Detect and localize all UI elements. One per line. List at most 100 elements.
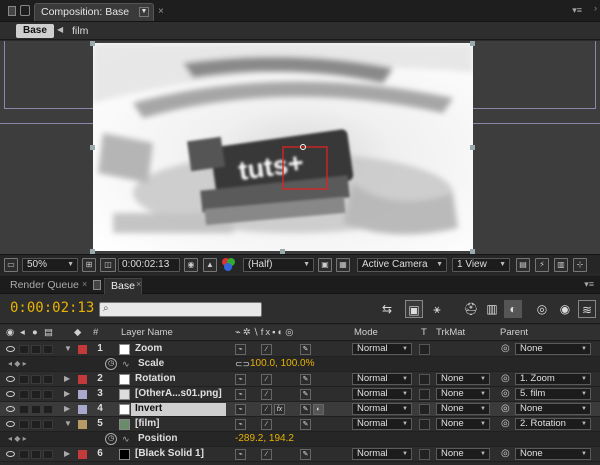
column-layer-name[interactable]: Layer Name	[121, 325, 173, 340]
mode-select[interactable]: Normal ▼	[352, 448, 412, 460]
shy-switch-icon[interactable]: ⌁	[235, 374, 246, 385]
lock-icon[interactable]: ▤	[44, 325, 53, 340]
layer-name[interactable]: [Black Solid 1]	[135, 447, 204, 461]
label-color[interactable]	[78, 450, 87, 459]
label-color[interactable]	[78, 420, 87, 429]
breadcrumb-film[interactable]: film	[72, 24, 88, 38]
quality-switch-icon[interactable]: ∕	[261, 404, 272, 415]
preserve-transparency-toggle[interactable]	[419, 449, 430, 460]
quality-switch-icon[interactable]: ∕	[261, 449, 272, 460]
column-hash[interactable]: #	[93, 325, 98, 340]
shy-switch-icon[interactable]: ⌁	[235, 344, 246, 355]
parent-pickwhip-icon[interactable]: ◎	[501, 418, 513, 430]
effects-switch-icon[interactable]: fx	[274, 404, 285, 415]
expand-icon[interactable]: ›	[594, 3, 597, 13]
parent-pickwhip-icon[interactable]: ◎	[501, 388, 513, 400]
audio-toggle[interactable]	[19, 390, 29, 399]
lock-toggle[interactable]	[43, 420, 53, 429]
property-row[interactable]: ◂ ◆ ▸ ◷ ∿ Scale ⊂⊃ 100.0, 100.0%	[0, 357, 600, 372]
solo-toggle[interactable]	[31, 345, 41, 354]
quality-switch-icon[interactable]: ∕	[261, 389, 272, 400]
layer-row[interactable]: ▶ 6 [Black Solid 1] ⌁ ∕ ✎ Normal ▼ None ▼ ◎ None ▼	[0, 447, 600, 462]
close-icon[interactable]: ×	[82, 279, 87, 289]
stopwatch-icon[interactable]: ◷	[105, 358, 117, 370]
frame-handle[interactable]	[90, 145, 95, 150]
visibility-eye-icon[interactable]	[6, 451, 15, 457]
transparency-grid-icon[interactable]: ▦	[336, 258, 350, 272]
parent-pickwhip-icon[interactable]: ◎	[501, 373, 513, 385]
lock-toggle[interactable]	[43, 450, 53, 459]
visibility-eye-icon[interactable]	[6, 406, 15, 412]
frame-handle[interactable]	[470, 145, 475, 150]
adjustment-switch-icon[interactable]: ✎	[300, 374, 311, 385]
fast-previews-icon[interactable]: ⚡	[535, 258, 549, 272]
switches-icon[interactable]: ⌁✲∖fx▪◐◎	[235, 325, 296, 340]
property-row[interactable]: ◂ ◆ ▸ ◷ ∿ Position -289.2, 194.2	[0, 432, 600, 447]
eye-icon[interactable]: ◉	[6, 325, 14, 340]
toggle-pixel-aspect-icon[interactable]: ▤	[516, 258, 530, 272]
audio-toggle[interactable]	[19, 345, 29, 354]
adjustment-switch-icon[interactable]: ✎	[300, 404, 311, 415]
label-color[interactable]	[78, 375, 87, 384]
current-time-field[interactable]: 0:00:02:13	[118, 258, 180, 272]
parent-pickwhip-icon[interactable]: ◎	[501, 403, 513, 415]
layer-name[interactable]: [OtherA...s01.png]	[135, 387, 222, 401]
lock-icon[interactable]	[20, 5, 30, 16]
label-color[interactable]	[78, 390, 87, 399]
visibility-eye-icon[interactable]	[6, 346, 15, 352]
lock-toggle[interactable]	[43, 345, 53, 354]
adjustment-switch-icon[interactable]: ✎	[300, 389, 311, 400]
frame-handle[interactable]	[90, 41, 95, 46]
layer-name[interactable]: Invert	[131, 403, 226, 416]
label-color[interactable]	[78, 345, 87, 354]
audio-toggle[interactable]	[19, 420, 29, 429]
tab-render-queue[interactable]: Render Queue	[4, 278, 85, 294]
frame-handle[interactable]	[470, 41, 475, 46]
comp-mini-flowchart-icon[interactable]: ⇆	[378, 300, 396, 318]
keyframe-editor-icon[interactable]: ≋	[578, 300, 596, 318]
column-mode[interactable]: Mode	[354, 325, 378, 340]
mode-select[interactable]: Normal ▼	[352, 403, 412, 415]
safe-zones-icon[interactable]: ⊞	[82, 258, 96, 272]
mode-select[interactable]: Normal ▼	[352, 343, 412, 355]
audio-toggle[interactable]	[19, 405, 29, 414]
layer-row[interactable]: ▼ 5 [film] ⌁ ∕ ✎ Normal ▼ None ▼ ◎ 2. Rotation ▼	[0, 417, 600, 432]
layer-search-input[interactable]: ⌕	[99, 302, 262, 317]
twirl-right-icon[interactable]: ▶	[64, 372, 70, 386]
motion-blur-icon[interactable]: ◐	[504, 300, 522, 318]
parent-select[interactable]: 1. Zoom ▼	[515, 373, 591, 385]
shy-switch-icon[interactable]: ⌁	[235, 389, 246, 400]
draft-3d-icon[interactable]: ⚹	[428, 300, 446, 318]
adjustment-switch-icon[interactable]: ✎	[300, 419, 311, 430]
show-snapshot-icon[interactable]: ▲	[203, 258, 217, 272]
parent-select[interactable]: None ▼	[515, 448, 591, 460]
twirl-down-icon[interactable]: ▼	[64, 342, 72, 356]
graph-editor-icon[interactable]: ◉	[556, 300, 574, 318]
region-of-interest-icon[interactable]: ▣	[318, 258, 332, 272]
lock-toggle[interactable]	[43, 405, 53, 414]
preserve-transparency-toggle[interactable]	[419, 389, 430, 400]
visibility-eye-icon[interactable]	[6, 391, 15, 397]
preserve-transparency-toggle[interactable]	[419, 404, 430, 415]
solo-toggle[interactable]	[31, 450, 41, 459]
parent-select[interactable]: 5. film ▼	[515, 388, 591, 400]
trkmat-select[interactable]: None ▼	[436, 448, 490, 460]
mode-select[interactable]: Normal ▼	[352, 373, 412, 385]
tab-composition-base[interactable]: Composition: Base ▼	[34, 3, 154, 21]
solo-toggle[interactable]	[31, 420, 41, 429]
column-t[interactable]: T	[421, 325, 427, 340]
mode-select[interactable]: Normal ▼	[352, 418, 412, 430]
parent-select[interactable]: None ▼	[515, 343, 591, 355]
timeline-current-time[interactable]: 0:00:02:13	[10, 300, 94, 316]
column-trkmat[interactable]: TrkMat	[436, 325, 465, 340]
keyframe-nav-icon[interactable]: ◂ ◆ ▸	[8, 432, 27, 446]
resolution-select[interactable]: (Half) ▼	[243, 258, 314, 272]
shy-switch-icon[interactable]: ⌁	[235, 449, 246, 460]
frame-blending-icon[interactable]: ▥	[483, 300, 501, 318]
twirl-right-icon[interactable]: ▶	[64, 387, 70, 401]
parent-select[interactable]: None ▼	[515, 403, 591, 415]
layer-name[interactable]: [film]	[135, 417, 159, 431]
twirl-right-icon[interactable]: ▶	[64, 447, 70, 461]
adjustment-switch-icon[interactable]: ✎	[300, 449, 311, 460]
brainstorm-icon[interactable]: ◎	[533, 300, 551, 318]
